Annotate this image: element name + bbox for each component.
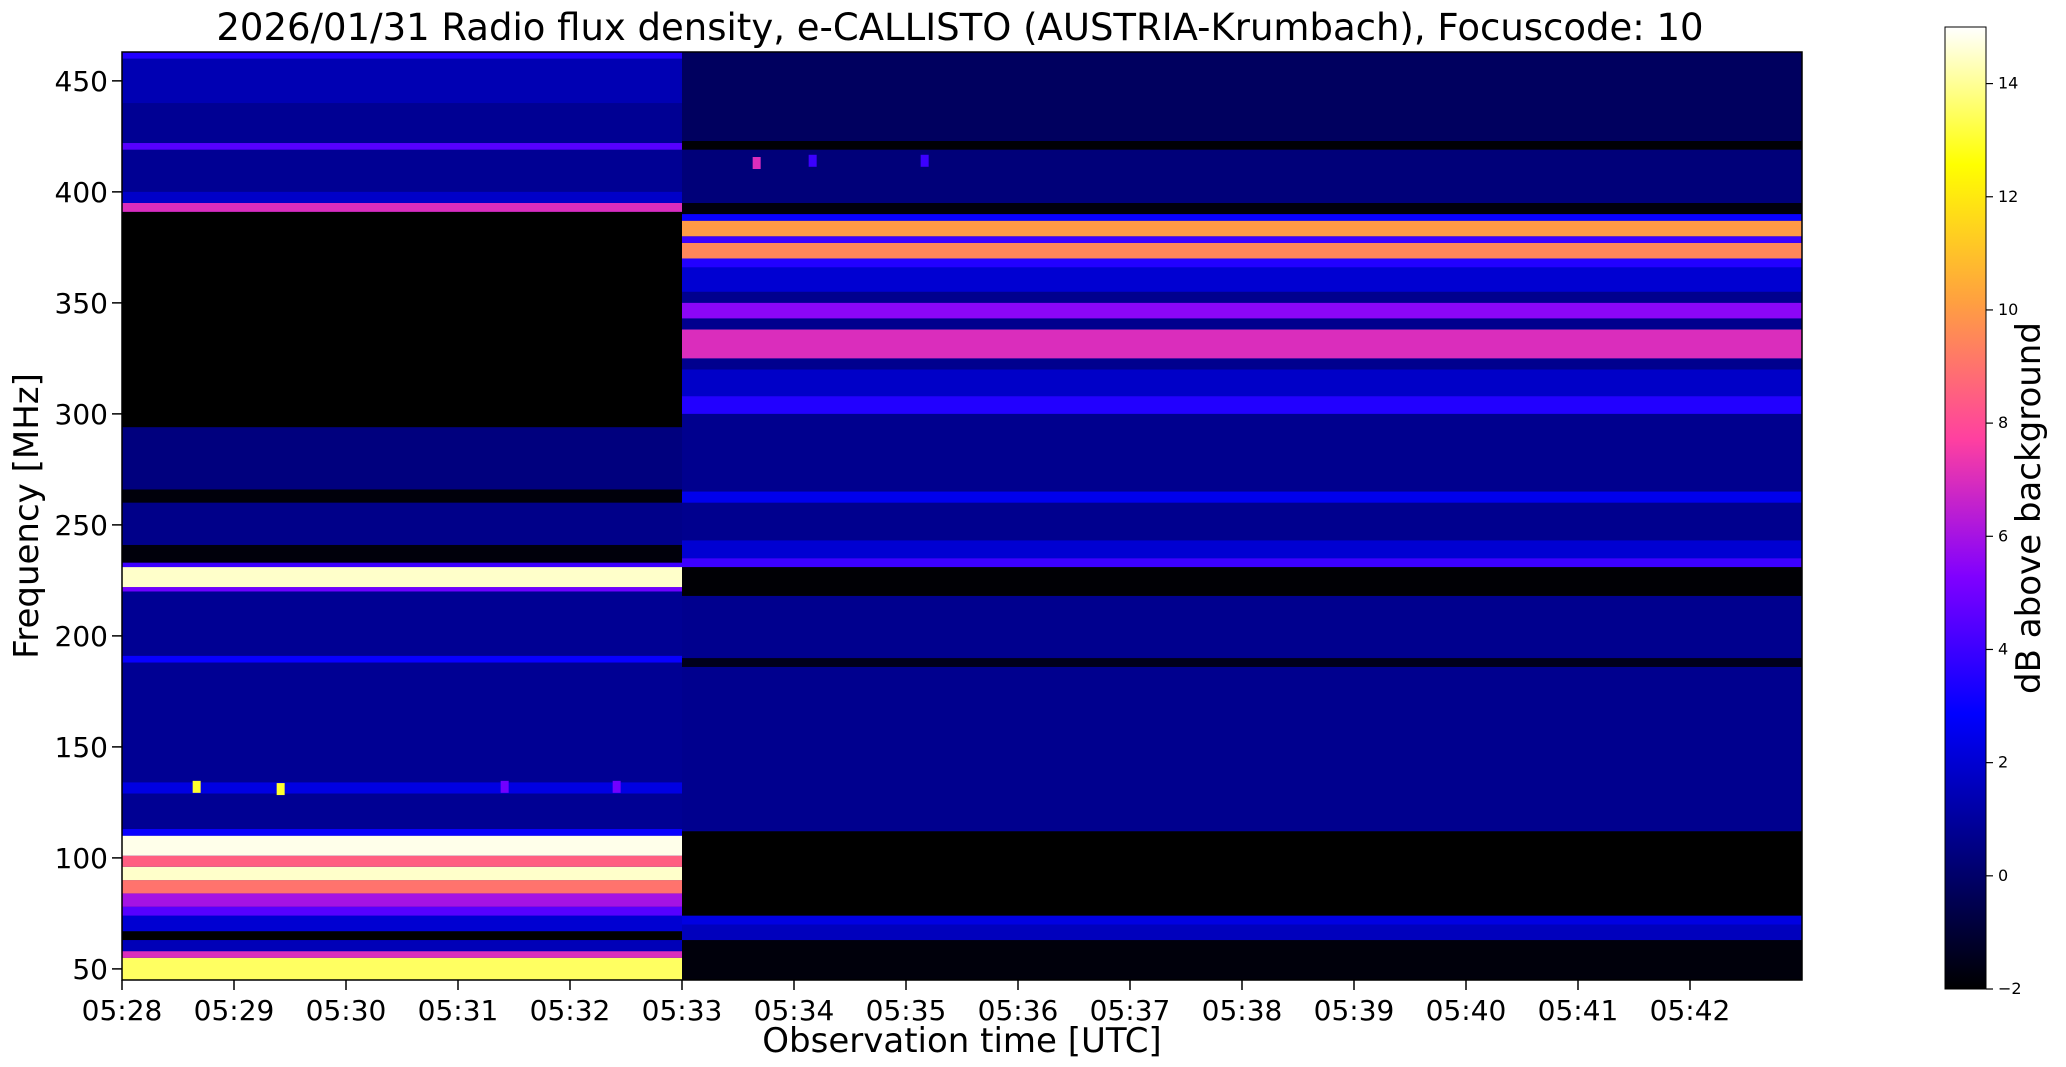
y-tick-label-0: 50 xyxy=(72,953,108,986)
band-0-4 xyxy=(122,915,682,932)
band-1-17 xyxy=(682,220,1802,237)
band-0-18 xyxy=(122,502,682,545)
x-tick-label-1: 05:29 xyxy=(194,994,275,1027)
colorbar-tick-label-2: 2 xyxy=(1998,753,2008,772)
band-0-24 xyxy=(122,143,682,150)
band-1-19 xyxy=(682,202,1802,215)
x-tick-label-5: 05:33 xyxy=(642,994,723,1027)
y-tick-label-5: 300 xyxy=(55,398,108,431)
y-tick-label-6: 350 xyxy=(55,287,108,320)
band-1-1 xyxy=(682,924,1802,941)
spectrogram-heatmap xyxy=(122,52,1802,980)
y-tick-label-2: 150 xyxy=(55,731,108,764)
band-1-8 xyxy=(682,491,1802,503)
colorbar-label: dB above background xyxy=(2009,322,2049,694)
band-0-2 xyxy=(122,940,682,952)
colorbar-tick-label-5: 8 xyxy=(1998,413,2008,432)
x-tick-label-13: 05:41 xyxy=(1538,994,1619,1027)
y-tick-label-7: 400 xyxy=(55,176,108,209)
band-0-9 xyxy=(122,855,682,867)
band-1-9 xyxy=(682,396,1802,414)
burst-spot-0 xyxy=(192,780,201,793)
band-0-8 xyxy=(122,866,682,881)
band-0-3 xyxy=(122,931,682,941)
colorbar xyxy=(1944,26,1987,990)
band-0-21 xyxy=(122,211,682,428)
band-0-13 xyxy=(122,655,682,663)
band-1-10 xyxy=(682,369,1802,397)
x-tick-label-10: 05:38 xyxy=(1202,994,1283,1027)
band-0-7 xyxy=(122,880,682,894)
band-1-20 xyxy=(682,149,1802,203)
colorbar-tick-label-0: −2 xyxy=(1998,979,2022,998)
colorbar-tick-label-8: 14 xyxy=(1998,74,2018,93)
band-1-4 xyxy=(682,658,1802,667)
spectrogram-figure: 2026/01/31 Radio flux density, e-CALLIST… xyxy=(7,6,2049,1061)
band-0-6 xyxy=(122,893,682,907)
band-1-11 xyxy=(682,329,1802,359)
burst-spot-2 xyxy=(500,780,509,793)
band-1-0 xyxy=(682,940,1802,980)
burst-spot-3 xyxy=(612,780,621,793)
band-0-10 xyxy=(122,835,682,856)
colorbar-tick-label-6: 10 xyxy=(1998,300,2018,319)
band-0-23 xyxy=(122,191,682,203)
band-1-14 xyxy=(682,258,1802,268)
band-0-22 xyxy=(122,202,682,212)
band-0-17 xyxy=(122,544,682,563)
x-axis-ticks: 05:28 05:29 05:30 05:31 05:32 05:33 05:34 05:35… xyxy=(82,980,1731,1027)
band-0-25 xyxy=(122,58,682,104)
colorbar-tick-label-3: 4 xyxy=(1998,639,2008,658)
band-0-0 xyxy=(122,957,682,980)
x-tick-label-11: 05:39 xyxy=(1314,994,1395,1027)
band-0-12 xyxy=(122,782,682,794)
band-1-13 xyxy=(682,267,1802,292)
x-tick-label-2: 05:30 xyxy=(306,994,387,1027)
band-0-14 xyxy=(122,587,682,592)
x-axis-label: Observation time [UTC] xyxy=(762,1021,1161,1061)
band-0-5 xyxy=(122,906,682,916)
colorbar-tick-label-7: 12 xyxy=(1998,187,2018,206)
band-1-18 xyxy=(682,214,1802,221)
x-tick-label-3: 05:31 xyxy=(418,994,499,1027)
x-tick-label-4: 05:32 xyxy=(530,994,611,1027)
x-tick-label-0: 05:28 xyxy=(82,994,163,1027)
y-tick-label-8: 450 xyxy=(55,65,108,98)
band-1-22 xyxy=(682,52,1802,141)
band-1-3 xyxy=(682,831,1802,916)
band-0-11 xyxy=(122,829,682,836)
y-axis-label: Frequency [MHz] xyxy=(7,373,47,659)
band-0-20 xyxy=(122,427,682,490)
band-0-19 xyxy=(122,489,682,503)
y-tick-label-1: 100 xyxy=(55,842,108,875)
y-axis-ticks: 50 100 150 200 250 300 350 400 450 xyxy=(55,65,122,986)
y-tick-label-3: 200 xyxy=(55,620,108,653)
band-0-15 xyxy=(122,567,682,588)
band-1-7 xyxy=(682,540,1802,559)
band-1-2 xyxy=(682,915,1802,925)
chart-title: 2026/01/31 Radio flux density, e-CALLIST… xyxy=(216,6,1703,49)
x-tick-label-12: 05:40 xyxy=(1426,994,1507,1027)
band-0-26 xyxy=(122,52,682,59)
colorbar-tick-label-1: 0 xyxy=(1998,866,2008,885)
burst-spot-6 xyxy=(920,154,929,167)
burst-spot-4 xyxy=(752,157,761,170)
band-1-16 xyxy=(682,236,1802,243)
band-1-21 xyxy=(682,140,1802,150)
band-0-16 xyxy=(122,562,682,568)
y-tick-label-4: 250 xyxy=(55,509,108,542)
burst-spot-5 xyxy=(808,154,817,167)
colorbar-tick-label-4: 6 xyxy=(1998,526,2008,545)
band-1-5 xyxy=(682,567,1802,596)
band-1-12 xyxy=(682,302,1802,319)
x-tick-label-14: 05:42 xyxy=(1650,994,1731,1027)
band-1-6 xyxy=(682,558,1802,568)
band-0-1 xyxy=(122,951,682,958)
band-1-15 xyxy=(682,242,1802,259)
burst-spot-1 xyxy=(276,783,285,796)
